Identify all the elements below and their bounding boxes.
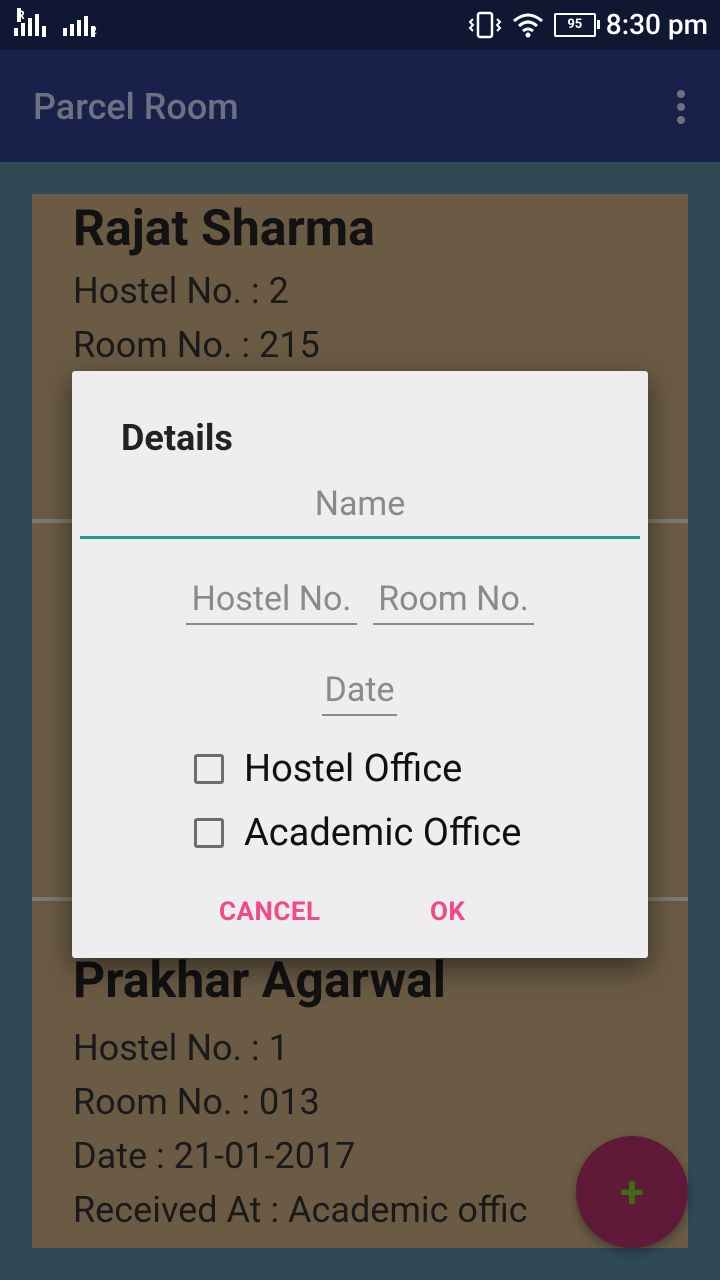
hostel-office-label: Hostel Office [244,747,463,791]
hostel-office-checkbox[interactable]: Hostel Office [194,747,462,791]
hostel-number-field[interactable]: Hostel No. [186,579,357,625]
room-number-field[interactable]: Room No. [373,579,534,625]
cancel-button[interactable]: CANCEL [219,897,321,927]
name-field[interactable]: Name [80,484,640,539]
checkbox-unchecked-icon[interactable] [194,818,224,848]
hostel-number-placeholder: Hostel No. [191,579,352,619]
checkbox-unchecked-icon[interactable] [194,754,224,784]
ok-button[interactable]: OK [430,897,465,927]
name-placeholder: Name [314,484,406,524]
date-placeholder: Date [324,670,395,710]
academic-office-checkbox[interactable]: Academic Office [194,811,521,855]
details-dialog: Details Name Hostel No. Room No. Date Ho… [72,371,648,958]
room-number-placeholder: Room No. [378,579,529,619]
academic-office-label: Academic Office [244,811,522,855]
dialog-title: Details [121,417,233,459]
date-field[interactable]: Date [322,670,397,716]
